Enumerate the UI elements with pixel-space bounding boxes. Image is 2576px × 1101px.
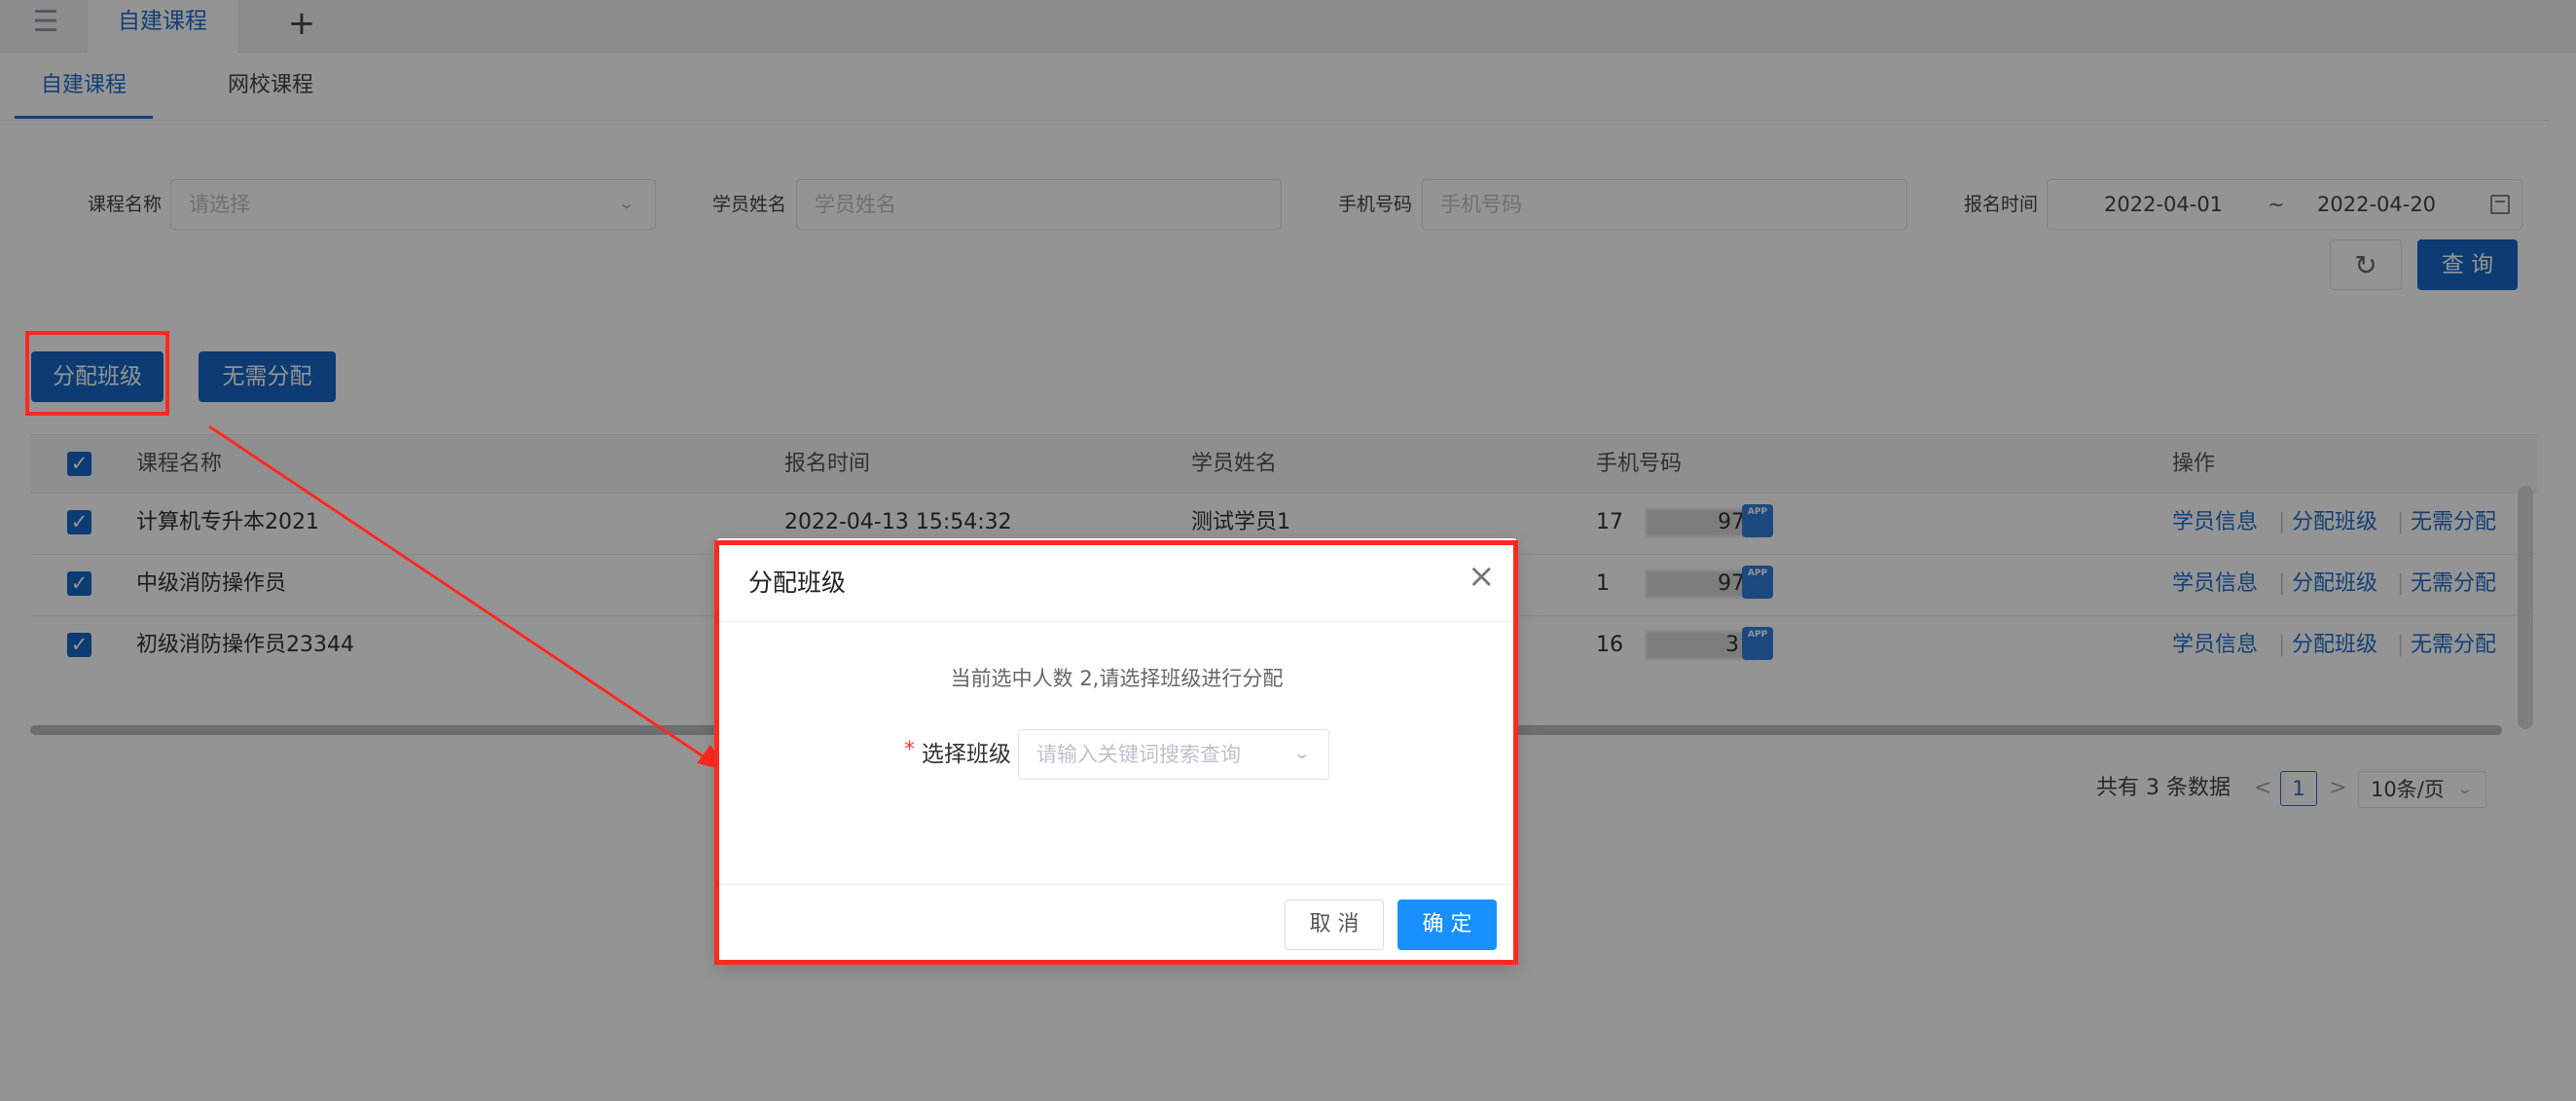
class-select-input[interactable]: 请输入关键词搜索查询 ⌄	[1018, 729, 1329, 780]
dialog-title: 分配班级	[748, 569, 847, 597]
confirm-button[interactable]: 确 定	[1397, 899, 1497, 950]
required-mark: *	[904, 738, 915, 762]
assign-class-highlight	[25, 331, 169, 416]
assign-class-dialog: 分配班级 × 当前选中人数 2,请选择班级进行分配 * 选择班级 请输入关键词搜…	[716, 538, 1517, 964]
dialog-footer-divider	[716, 884, 1517, 885]
dialog-divider	[716, 621, 1517, 622]
close-icon[interactable]: ×	[1468, 560, 1496, 593]
cancel-button[interactable]: 取 消	[1285, 899, 1384, 950]
select-class-label: 选择班级	[922, 742, 1011, 767]
class-select-placeholder: 请输入关键词搜索查询	[1036, 743, 1241, 766]
chevron-down-icon: ⌄	[1292, 745, 1311, 763]
selected-count-message: 当前选中人数 2,请选择班级进行分配	[950, 667, 1284, 690]
